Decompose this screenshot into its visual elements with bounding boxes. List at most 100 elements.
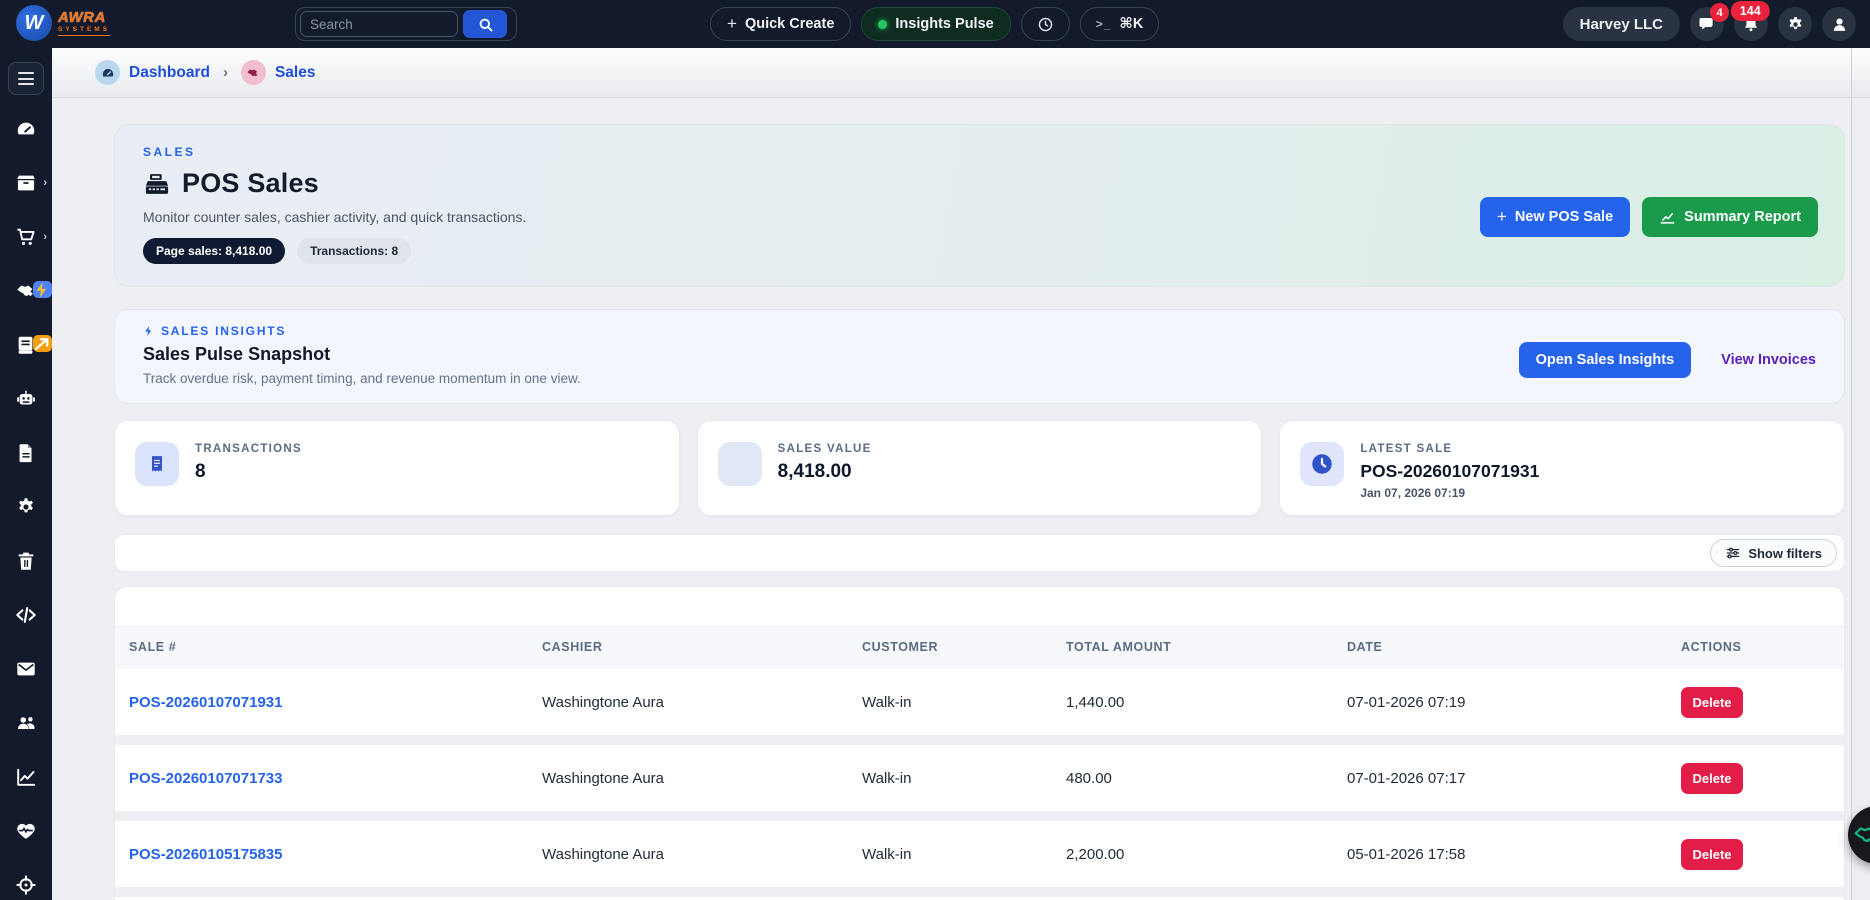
- chart-line-icon: [15, 766, 37, 788]
- notifications-button[interactable]: 144: [1734, 7, 1768, 41]
- logo-mark-icon: W: [16, 5, 52, 41]
- breadcrumb-dashboard-label: Dashboard: [129, 64, 210, 82]
- sidebar-item-ledger[interactable]: [14, 333, 38, 357]
- summary-report-button[interactable]: Summary Report: [1642, 197, 1818, 237]
- plus-icon: +: [1497, 207, 1507, 227]
- stat-card-latest-sale: LATEST SALE POS-20260107071931 Jan 07, 2…: [1279, 420, 1845, 516]
- sidebar-item-reports[interactable]: [14, 765, 38, 789]
- breadcrumb: Dashboard › Sales: [52, 48, 1870, 98]
- trend-badge-icon: [33, 335, 52, 352]
- delete-button[interactable]: Delete: [1681, 763, 1743, 794]
- quick-create-button[interactable]: + Quick Create: [710, 7, 851, 41]
- total-cell: 1,440.00: [1066, 694, 1347, 711]
- total-cell: 480.00: [1066, 770, 1347, 787]
- table-header-row: SALE # CASHIER CUSTOMER TOTAL AMOUNT DAT…: [115, 625, 1844, 669]
- row-divider: [115, 887, 1844, 897]
- view-invoices-link[interactable]: View Invoices: [1721, 352, 1816, 368]
- sidebar-item-tracking[interactable]: [14, 873, 38, 897]
- sidebar-item-mail[interactable]: [14, 657, 38, 681]
- handshake-icon: [1853, 822, 1870, 848]
- dashboard-gauge-icon: [15, 118, 37, 140]
- quick-create-label: Quick Create: [745, 16, 834, 32]
- plus-icon: +: [727, 14, 737, 34]
- breadcrumb-dashboard[interactable]: Dashboard: [95, 60, 210, 85]
- table-row: POS-20260107071931 Washingtone Aura Walk…: [115, 669, 1844, 735]
- col-actions: ACTIONS: [1681, 640, 1844, 654]
- row-divider: [115, 735, 1844, 745]
- customer-cell: Walk-in: [862, 770, 1066, 787]
- main-content: SALES POS Sales Monitor counter sales, c…: [52, 98, 1870, 900]
- command-palette-button[interactable]: >_ ⌘K: [1080, 7, 1160, 41]
- sales-insights-panel: SALES INSIGHTS Sales Pulse Snapshot Trac…: [114, 309, 1845, 404]
- insights-pulse-button[interactable]: Insights Pulse: [861, 7, 1010, 41]
- search-button[interactable]: [463, 10, 507, 38]
- sliders-icon: [1725, 545, 1741, 561]
- cash-register-icon: [143, 170, 171, 198]
- lightning-badge-icon: [33, 281, 52, 298]
- page-title: POS Sales: [182, 168, 319, 199]
- search-container: [295, 7, 517, 41]
- sidebar-item-assistant[interactable]: [14, 387, 38, 411]
- sidebar-item-health[interactable]: [14, 819, 38, 843]
- sidebar-item-documents[interactable]: [14, 441, 38, 465]
- stat-label: TRANSACTIONS: [195, 443, 302, 455]
- insights-eyebrow: SALES INSIGHTS: [161, 324, 286, 338]
- chat-button[interactable]: 4: [1690, 7, 1724, 41]
- total-cell: 2,200.00: [1066, 846, 1347, 863]
- user-avatar-icon: [1830, 15, 1849, 34]
- delete-button[interactable]: Delete: [1681, 687, 1743, 718]
- sidebar-toggle-button[interactable]: [8, 62, 44, 95]
- sidebar-item-dashboard[interactable]: [14, 117, 38, 141]
- company-selector[interactable]: Harvey LLC: [1563, 7, 1680, 41]
- stat-label: SALES VALUE: [778, 443, 872, 455]
- stat-value: POS-20260107071931: [1360, 461, 1539, 482]
- chart-line-icon: [1659, 209, 1676, 226]
- delete-button[interactable]: Delete: [1681, 839, 1743, 870]
- notifications-badge: 144: [1731, 1, 1770, 21]
- heart-pulse-icon: [15, 820, 37, 842]
- chat-badge: 4: [1710, 3, 1729, 22]
- sale-number-link[interactable]: POS-20260107071931: [129, 694, 542, 711]
- open-sales-insights-button[interactable]: Open Sales Insights: [1519, 342, 1692, 378]
- date-cell: 07-01-2026 07:19: [1347, 694, 1681, 711]
- page-sales-badge: Page sales: 8,418.00: [143, 238, 285, 264]
- show-filters-button[interactable]: Show filters: [1710, 539, 1837, 567]
- stat-card-sales-value: SALES VALUE 8,418.00: [697, 420, 1263, 516]
- sidebar-item-products[interactable]: ›: [14, 171, 38, 195]
- sale-number-link[interactable]: POS-20260107071733: [129, 770, 542, 787]
- breadcrumb-separator: ›: [223, 64, 228, 81]
- sidebar-item-users[interactable]: [14, 711, 38, 735]
- logo-brand: AWRA: [58, 10, 110, 25]
- breadcrumb-sales-label: Sales: [275, 64, 316, 82]
- history-button[interactable]: [1021, 7, 1070, 41]
- sale-number-link[interactable]: POS-20260105175835: [129, 846, 542, 863]
- sidebar-item-pos[interactable]: ›: [14, 225, 38, 249]
- receipt-icon: [135, 442, 179, 486]
- sidebar-item-sales[interactable]: [14, 279, 38, 303]
- app-logo[interactable]: W AWRA SYSTEMS: [16, 5, 110, 41]
- col-sale-no: SALE #: [129, 640, 542, 654]
- cart-icon: [15, 226, 37, 248]
- breadcrumb-sales[interactable]: Sales: [241, 60, 316, 85]
- crosshair-icon: [15, 874, 37, 896]
- new-pos-sale-button[interactable]: + New POS Sale: [1480, 197, 1630, 237]
- date-cell: 05-01-2026 17:58: [1347, 846, 1681, 863]
- products-box-icon: [15, 172, 37, 194]
- sidebar-item-developer[interactable]: [14, 603, 38, 627]
- chevron-right-icon: ›: [43, 177, 47, 189]
- scrollbar-track[interactable]: [1851, 48, 1852, 900]
- sidebar: › ›: [0, 48, 52, 900]
- clock-icon: [1300, 442, 1344, 486]
- settings-button[interactable]: [1778, 7, 1812, 41]
- date-cell: 07-01-2026 07:17: [1347, 770, 1681, 787]
- dashboard-gauge-icon: [95, 60, 120, 85]
- stat-card-transactions: TRANSACTIONS 8: [114, 420, 680, 516]
- terminal-prompt-icon: >_: [1096, 17, 1112, 31]
- search-input[interactable]: [300, 11, 458, 37]
- sidebar-item-trash[interactable]: [14, 549, 38, 573]
- stat-value: 8,418.00: [778, 461, 872, 483]
- col-date: DATE: [1347, 640, 1681, 654]
- sidebar-item-settings[interactable]: [14, 495, 38, 519]
- profile-button[interactable]: [1822, 7, 1856, 41]
- topbar-right: Harvey LLC 4 144: [1563, 7, 1856, 41]
